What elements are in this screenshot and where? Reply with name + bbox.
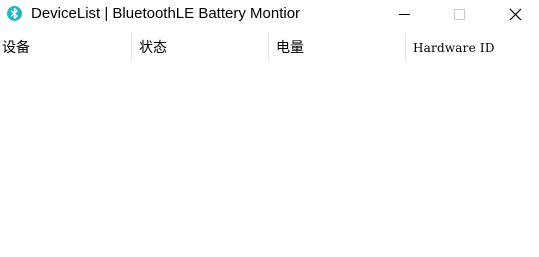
close-icon bbox=[509, 8, 522, 21]
window-title: DeviceList | BluetoothLE Battery Montior bbox=[31, 5, 301, 22]
app-window: DeviceList | BluetoothLE Battery Montior… bbox=[0, 0, 539, 257]
list-body[interactable] bbox=[0, 61, 539, 257]
column-header-status[interactable]: 状态 bbox=[137, 33, 268, 61]
column-header-hardware-id[interactable]: Hardware ID bbox=[411, 33, 539, 61]
column-label-battery: 电量 bbox=[276, 39, 304, 55]
column-label-device: 设备 bbox=[2, 39, 30, 55]
minimize-icon bbox=[399, 14, 410, 15]
column-header-device[interactable]: 设备 bbox=[0, 33, 131, 61]
column-label-status: 状态 bbox=[139, 39, 167, 55]
title-bar[interactable]: DeviceList | BluetoothLE Battery Montior bbox=[0, 0, 539, 30]
column-divider[interactable] bbox=[131, 33, 132, 61]
list-header: 设备 状态 电量 Hardware ID bbox=[0, 33, 539, 61]
bluetooth-icon bbox=[7, 6, 22, 21]
device-list[interactable]: 设备 状态 电量 Hardware ID bbox=[0, 33, 539, 257]
minimize-button[interactable] bbox=[381, 0, 427, 30]
column-divider[interactable] bbox=[268, 33, 269, 61]
maximize-button[interactable] bbox=[436, 0, 482, 30]
maximize-icon bbox=[454, 9, 465, 20]
column-divider[interactable] bbox=[405, 33, 406, 61]
column-header-battery[interactable]: 电量 bbox=[274, 33, 405, 61]
column-label-hardware-id: Hardware ID bbox=[413, 41, 495, 55]
close-button[interactable] bbox=[492, 0, 538, 30]
